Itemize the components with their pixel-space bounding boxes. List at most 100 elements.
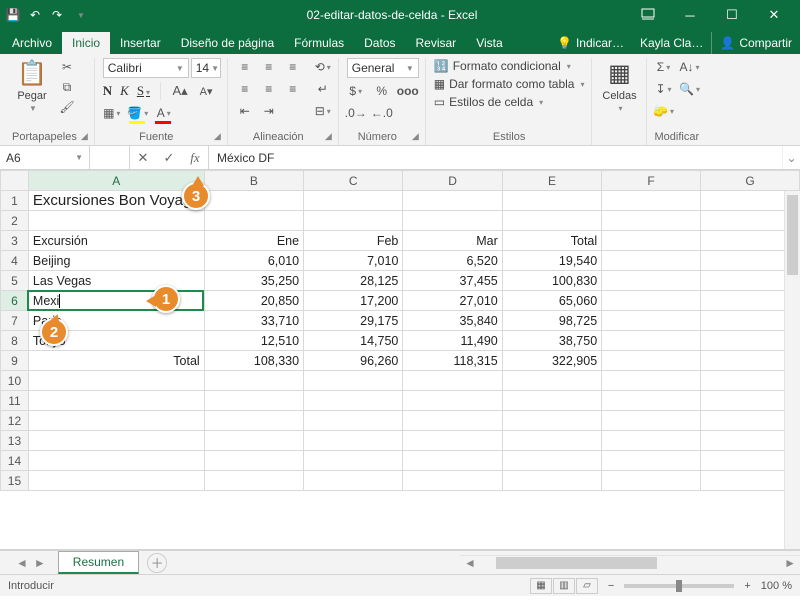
cell-D1[interactable] bbox=[403, 191, 502, 211]
underline-button[interactable]: S▾ bbox=[137, 83, 150, 99]
cell-E9[interactable]: 322,905 bbox=[502, 351, 601, 371]
cell-E1[interactable] bbox=[502, 191, 601, 211]
cell-A14[interactable] bbox=[28, 451, 204, 471]
cell-C7[interactable]: 29,175 bbox=[304, 311, 403, 331]
cell-B9[interactable]: 108,330 bbox=[204, 351, 303, 371]
row-header-13[interactable]: 13 bbox=[1, 431, 29, 451]
cell-E8[interactable]: 38,750 bbox=[502, 331, 601, 351]
cell-C13[interactable] bbox=[304, 431, 403, 451]
number-format-combo[interactable]: General▼ bbox=[347, 58, 419, 78]
cell-C2[interactable] bbox=[304, 211, 403, 231]
align-bottom-icon[interactable]: ≡ bbox=[284, 58, 302, 76]
increase-decimal-icon[interactable]: .0→ bbox=[347, 104, 365, 122]
cell-A5[interactable]: Las Vegas bbox=[28, 271, 204, 291]
cell-B10[interactable] bbox=[204, 371, 303, 391]
cell-A4[interactable]: Beijing bbox=[28, 251, 204, 271]
cell-A3[interactable]: Excursión bbox=[28, 231, 204, 251]
cell-A2[interactable] bbox=[28, 211, 204, 231]
cell-C11[interactable] bbox=[304, 391, 403, 411]
cell-F1[interactable] bbox=[602, 191, 701, 211]
conditional-formatting-button[interactable]: 🔢Formato condicional▾ bbox=[434, 58, 571, 74]
cell-D3[interactable]: Mar bbox=[403, 231, 502, 251]
cell-B7[interactable]: 33,710 bbox=[204, 311, 303, 331]
view-page-layout-icon[interactable]: ▥ bbox=[553, 578, 575, 594]
cell-D7[interactable]: 35,840 bbox=[403, 311, 502, 331]
row-header-14[interactable]: 14 bbox=[1, 451, 29, 471]
align-left-icon[interactable]: ≡ bbox=[236, 80, 254, 98]
paste-button[interactable]: 📋 Pegar ▼ bbox=[12, 58, 52, 113]
cell-B15[interactable] bbox=[204, 471, 303, 491]
cell-C14[interactable] bbox=[304, 451, 403, 471]
tab-insert[interactable]: Insertar bbox=[110, 32, 171, 54]
cell-B14[interactable] bbox=[204, 451, 303, 471]
cell-D13[interactable] bbox=[403, 431, 502, 451]
insert-function-icon[interactable]: fx bbox=[182, 150, 208, 166]
cell-E6[interactable]: 65,060 bbox=[502, 291, 601, 311]
tab-file[interactable]: Archivo bbox=[2, 32, 62, 54]
dialog-launcher-icon[interactable]: ◢ bbox=[214, 131, 221, 142]
align-middle-icon[interactable]: ≡ bbox=[260, 58, 278, 76]
close-button[interactable]: ✕ bbox=[754, 3, 794, 27]
col-header-D[interactable]: D bbox=[403, 171, 502, 191]
zoom-slider[interactable] bbox=[624, 584, 734, 588]
cell-E3[interactable]: Total bbox=[502, 231, 601, 251]
row-header-4[interactable]: 4 bbox=[1, 251, 29, 271]
row-header-1[interactable]: 1 bbox=[1, 191, 29, 211]
cell-styles-button[interactable]: ▭Estilos de celda▾ bbox=[434, 94, 543, 110]
cell-A10[interactable] bbox=[28, 371, 204, 391]
cell-C12[interactable] bbox=[304, 411, 403, 431]
cell-E13[interactable] bbox=[502, 431, 601, 451]
vertical-scrollbar[interactable] bbox=[784, 191, 800, 549]
fill-icon[interactable]: ↧▾ bbox=[655, 80, 673, 98]
cell-A11[interactable] bbox=[28, 391, 204, 411]
cell-A1[interactable]: Excursiones Bon Voyage bbox=[28, 191, 204, 211]
tab-page-layout[interactable]: Diseño de página bbox=[171, 32, 284, 54]
cell-A13[interactable] bbox=[28, 431, 204, 451]
expand-formula-bar-icon[interactable]: ⌄ bbox=[782, 146, 800, 169]
format-painter-icon[interactable]: 🖌 bbox=[58, 98, 76, 116]
cell-F15[interactable] bbox=[602, 471, 701, 491]
cell-D12[interactable] bbox=[403, 411, 502, 431]
cell-F14[interactable] bbox=[602, 451, 701, 471]
cell-A15[interactable] bbox=[28, 471, 204, 491]
col-header-B[interactable]: B bbox=[204, 171, 303, 191]
save-icon[interactable]: 💾 bbox=[6, 8, 20, 22]
cell-B1[interactable] bbox=[204, 191, 303, 211]
tab-home[interactable]: Inicio bbox=[62, 32, 110, 54]
tab-formulas[interactable]: Fórmulas bbox=[284, 32, 354, 54]
cell-C1[interactable] bbox=[304, 191, 403, 211]
cell-A12[interactable] bbox=[28, 411, 204, 431]
cell-B8[interactable]: 12,510 bbox=[204, 331, 303, 351]
row-header-5[interactable]: 5 bbox=[1, 271, 29, 291]
dialog-launcher-icon[interactable]: ◢ bbox=[81, 131, 88, 142]
cut-icon[interactable]: ✂ bbox=[58, 58, 76, 76]
dialog-launcher-icon[interactable]: ◢ bbox=[412, 131, 419, 142]
cell-D9[interactable]: 118,315 bbox=[403, 351, 502, 371]
cell-A9[interactable]: Total bbox=[28, 351, 204, 371]
wrap-text-icon[interactable]: ↵ bbox=[314, 80, 332, 98]
row-header-2[interactable]: 2 bbox=[1, 211, 29, 231]
align-right-icon[interactable]: ≡ bbox=[284, 80, 302, 98]
view-normal-icon[interactable]: ▦ bbox=[530, 578, 552, 594]
maximize-button[interactable]: ☐ bbox=[712, 3, 752, 27]
cell-B3[interactable]: Ene bbox=[204, 231, 303, 251]
view-page-break-icon[interactable]: ▱ bbox=[576, 578, 598, 594]
zoom-out-button[interactable]: − bbox=[608, 580, 614, 592]
find-select-icon[interactable]: 🔍▾ bbox=[681, 80, 699, 98]
cell-B4[interactable]: 6,010 bbox=[204, 251, 303, 271]
dialog-launcher-icon[interactable]: ◢ bbox=[325, 131, 332, 142]
font-size-combo[interactable]: 14▼ bbox=[191, 58, 221, 78]
cell-D11[interactable] bbox=[403, 391, 502, 411]
cell-C6[interactable]: 17,200 bbox=[304, 291, 403, 311]
sheet-nav-prev-icon[interactable]: ◄ bbox=[16, 556, 28, 570]
cell-B13[interactable] bbox=[204, 431, 303, 451]
row-header-12[interactable]: 12 bbox=[1, 411, 29, 431]
cell-F2[interactable] bbox=[602, 211, 701, 231]
cell-F12[interactable] bbox=[602, 411, 701, 431]
cell-B11[interactable] bbox=[204, 391, 303, 411]
col-header-G[interactable]: G bbox=[701, 171, 800, 191]
clear-icon[interactable]: 🧽▾ bbox=[655, 102, 673, 120]
worksheet-grid[interactable]: ABCDEFG1Excursiones Bon Voyage23Excursió… bbox=[0, 170, 800, 550]
name-box[interactable]: A6▼ bbox=[0, 146, 90, 169]
cell-D5[interactable]: 37,455 bbox=[403, 271, 502, 291]
